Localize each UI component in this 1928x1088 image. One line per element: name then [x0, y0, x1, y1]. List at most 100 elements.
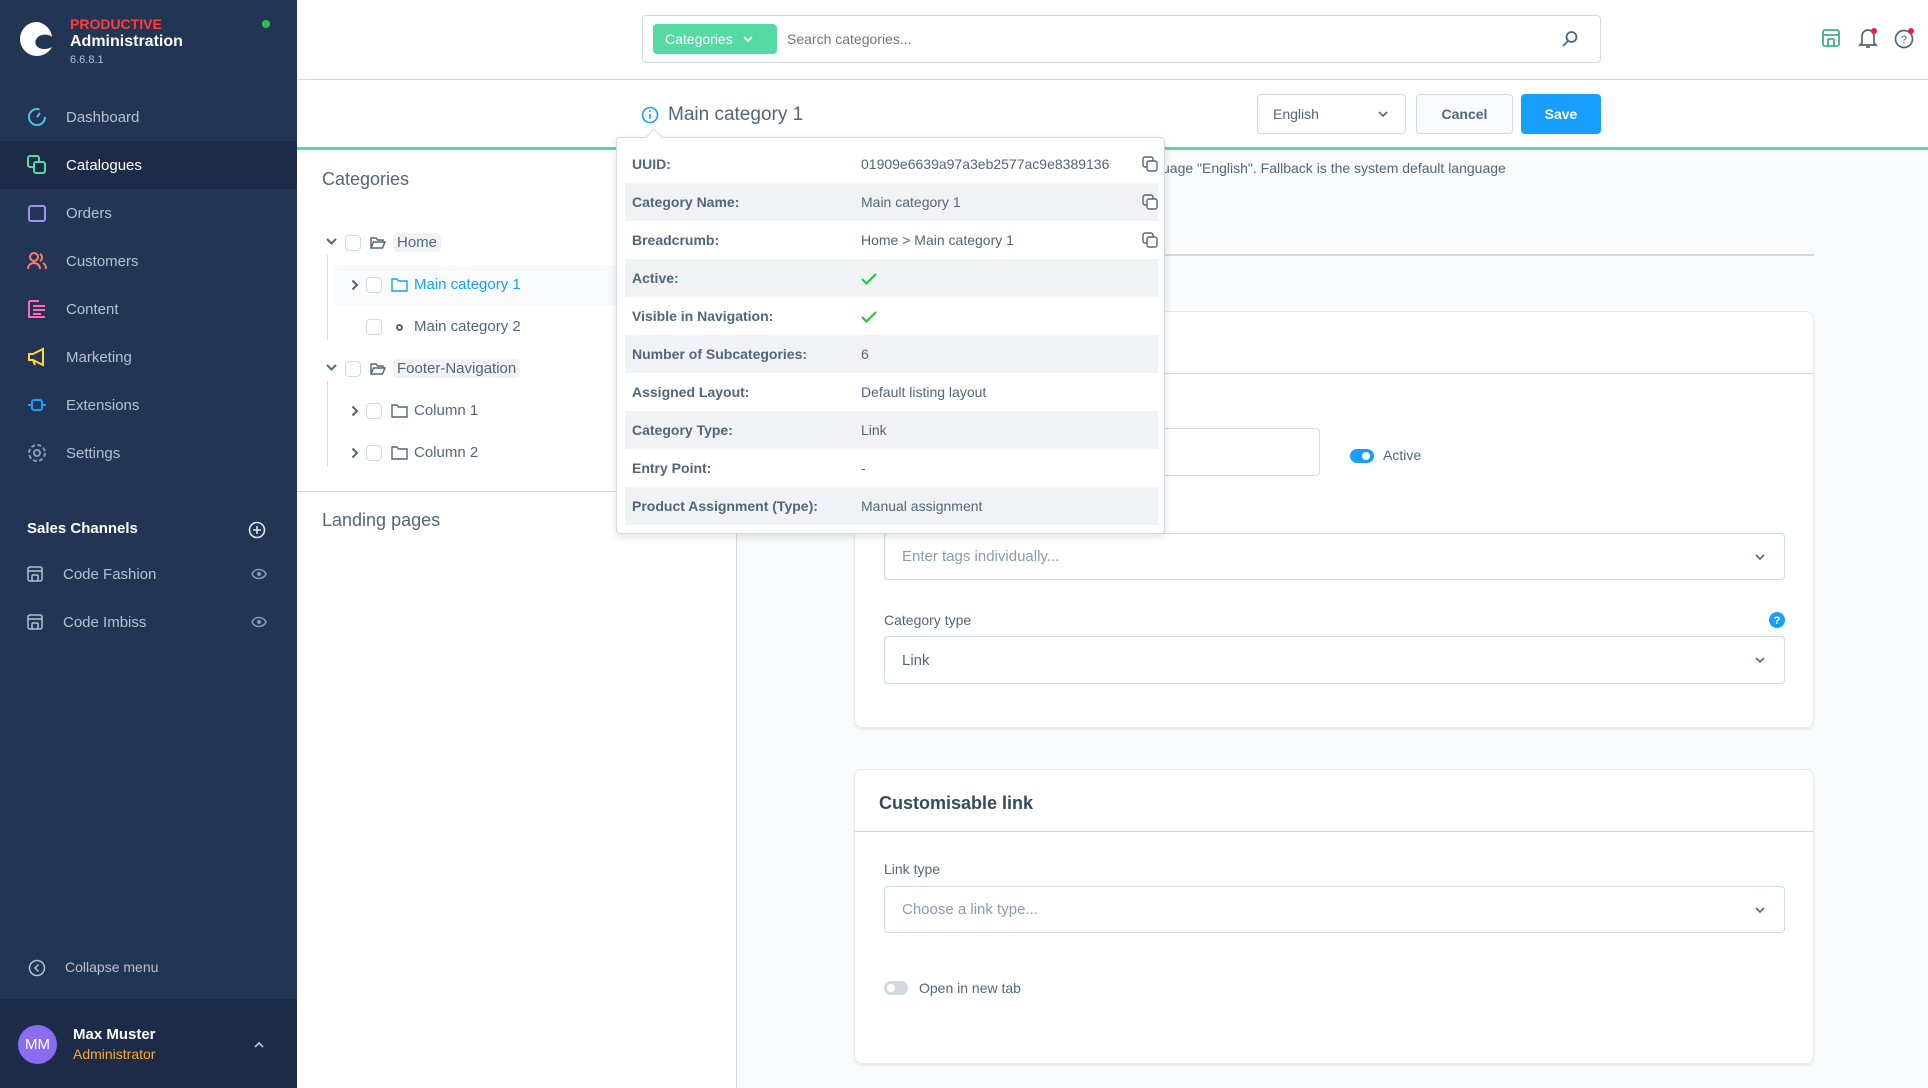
active-toggle[interactable]: [1350, 449, 1374, 463]
tree-checkbox[interactable]: [366, 277, 382, 293]
app-title: Administration: [70, 33, 183, 50]
eye-icon[interactable]: [251, 568, 267, 580]
storefront-icon: [27, 566, 43, 582]
environment-label: PRODUCTIVE: [70, 16, 162, 32]
info-value: 6: [861, 346, 869, 362]
sidebar-item-catalogues[interactable]: Catalogues: [0, 141, 297, 189]
shopware-logo[interactable]: [18, 20, 56, 58]
content-icon: [28, 300, 45, 318]
info-value: Default listing layout: [861, 384, 987, 400]
sales-channel-code-fashion[interactable]: Code Fashion: [0, 552, 297, 596]
card-title: Customisable link: [879, 793, 1034, 813]
info-row: Entry Point: -: [625, 449, 1158, 487]
search-type-dropdown[interactable]: Categories: [653, 24, 777, 54]
info-row: UUID: 01909e6639a97a3eb2577ac9e8389136: [625, 145, 1158, 183]
sales-channels-title: Sales Channels: [27, 520, 138, 537]
info-row: Category Type: Link: [625, 411, 1158, 449]
add-sales-channel-icon[interactable]: [248, 521, 266, 539]
search-type-label: Categories: [665, 31, 733, 47]
megaphone-icon: [28, 347, 44, 367]
sidebar-item-orders[interactable]: Orders: [0, 189, 297, 237]
sidebar-item-content[interactable]: Content: [0, 285, 297, 333]
chevron-right-icon[interactable]: [351, 279, 359, 291]
info-value: 01909e6639a97a3eb2577ac9e8389136: [861, 156, 1110, 172]
status-dot: [262, 20, 270, 28]
sales-channel-code-imbiss[interactable]: Code Imbiss: [0, 600, 297, 644]
sidebar-item-customers[interactable]: Customers: [0, 237, 297, 285]
info-key: Active:: [632, 270, 679, 286]
collapse-menu-label: Collapse menu: [65, 959, 159, 975]
sidebar-item-label: Content: [66, 300, 119, 318]
search-icon[interactable]: [1561, 30, 1579, 48]
info-key: Breadcrumb:: [632, 232, 720, 248]
info-key: Entry Point:: [632, 460, 712, 476]
search-input[interactable]: [787, 24, 1537, 54]
info-value: Manual assignment: [861, 498, 983, 514]
copy-icon[interactable]: [1142, 194, 1158, 210]
language-switch[interactable]: English: [1257, 94, 1406, 134]
tree-checkbox[interactable]: [345, 235, 361, 251]
sidebar-item-extensions[interactable]: Extensions: [0, 381, 297, 429]
info-key: UUID:: [632, 156, 671, 172]
svg-text:?: ?: [1774, 615, 1781, 627]
sidebar-item-label: Settings: [66, 444, 121, 462]
help-icon[interactable]: ?: [1769, 612, 1785, 628]
info-value: Link: [861, 422, 887, 438]
tags-select[interactable]: Enter tags individually...: [884, 533, 1785, 580]
customisable-link-card: Customisable link Link type Choose a lin…: [854, 769, 1814, 1064]
landing-pages-title[interactable]: Landing pages: [322, 510, 440, 531]
info-key: Category Name:: [632, 194, 740, 210]
info-key: Product Assignment (Type):: [632, 498, 818, 514]
checkmark-icon: [861, 272, 877, 285]
link-type-select[interactable]: Choose a link type...: [884, 886, 1785, 933]
bell-icon[interactable]: [1857, 27, 1879, 49]
tree-checkbox[interactable]: [366, 319, 382, 335]
sidebar-item-dashboard[interactable]: Dashboard: [0, 93, 297, 141]
link-type-label: Link type: [884, 861, 941, 877]
info-row: Active:: [625, 259, 1158, 297]
sales-channel-label: Code Imbiss: [63, 613, 147, 631]
info-row: Breadcrumb: Home > Main category 1: [625, 221, 1158, 259]
tree-guide: [327, 255, 328, 340]
save-button[interactable]: Save: [1521, 94, 1601, 134]
user-menu[interactable]: MM Max Muster Administrator: [0, 999, 297, 1088]
help-icon[interactable]: ?: [1893, 27, 1915, 49]
info-row: Product Assignment (Type): Manual assignm…: [625, 487, 1158, 525]
tree-checkbox[interactable]: [366, 445, 382, 461]
copy-icon[interactable]: [1142, 232, 1158, 248]
global-search: Categories: [642, 15, 1601, 63]
info-row: Assigned Layout: Default listing layout: [625, 373, 1158, 411]
storefront-icon[interactable]: [1821, 28, 1841, 48]
tree-item-label: Footer-Navigation: [393, 359, 521, 378]
collapse-menu-button[interactable]: Collapse menu: [0, 946, 297, 990]
open-new-tab-toggle[interactable]: [884, 981, 908, 995]
language-info-text: uage "English". Fallback is the system d…: [1162, 160, 1506, 176]
tree-checkbox[interactable]: [345, 361, 361, 377]
eye-icon[interactable]: [251, 616, 267, 628]
sidebar-item-settings[interactable]: Settings: [0, 429, 297, 477]
tree-checkbox[interactable]: [366, 403, 382, 419]
chevron-left-circle-icon: [28, 959, 46, 977]
avatar: MM: [18, 1025, 57, 1064]
tree-title: Categories: [322, 169, 410, 189]
copy-icon[interactable]: [1142, 156, 1158, 172]
chevron-down-icon[interactable]: [326, 238, 337, 246]
info-icon[interactable]: [641, 106, 659, 124]
folder-icon: [391, 446, 408, 460]
chevron-down-icon[interactable]: [326, 364, 337, 372]
tree-item-label: Column 1: [414, 402, 479, 419]
folder-open-icon: [370, 363, 386, 375]
sidebar-item-marketing[interactable]: Marketing: [0, 333, 297, 381]
cancel-button[interactable]: Cancel: [1416, 94, 1513, 134]
chevron-down-icon: [1755, 657, 1765, 664]
info-key: Category Type:: [632, 422, 733, 438]
folder-icon: [391, 278, 408, 292]
chevron-right-icon[interactable]: [351, 447, 359, 459]
info-row: Category Name: Main category 1: [625, 183, 1158, 221]
page-title: Main category 1: [668, 104, 804, 125]
category-type-select[interactable]: Link: [884, 636, 1785, 684]
open-new-tab-label: Open in new tab: [919, 980, 1021, 996]
chevron-right-icon[interactable]: [351, 405, 359, 417]
info-key: Assigned Layout:: [632, 384, 750, 400]
info-value: Home > Main category 1: [861, 232, 1014, 248]
